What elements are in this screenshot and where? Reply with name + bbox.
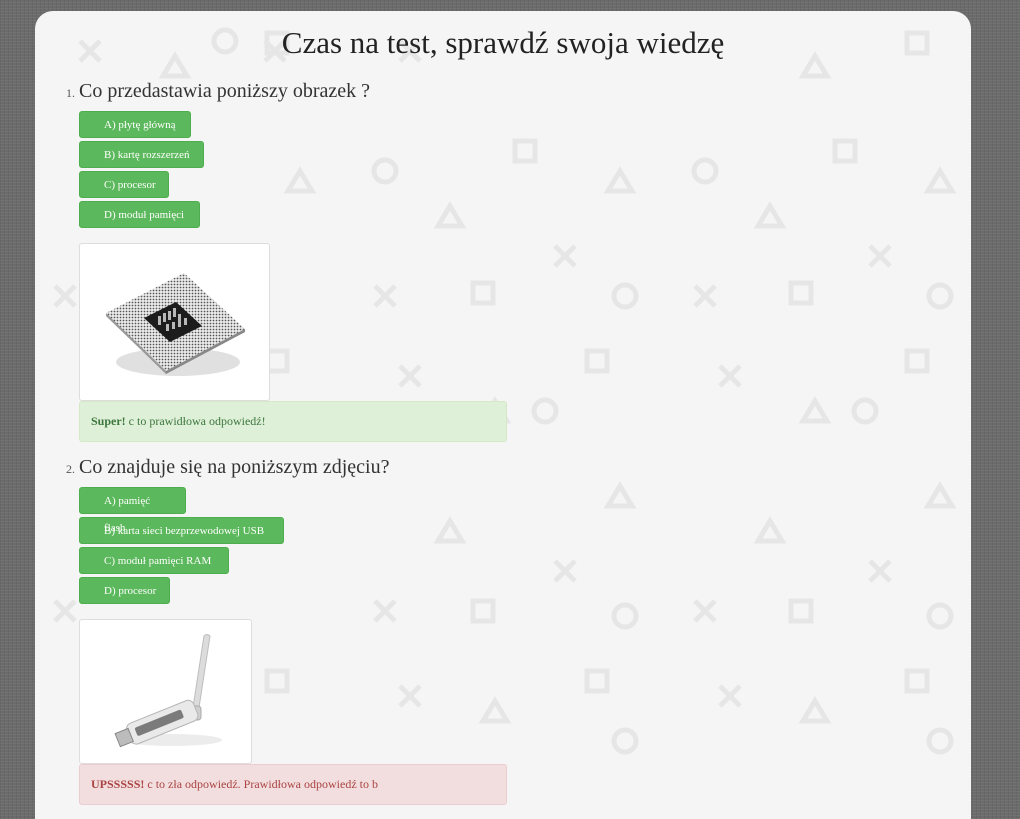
- answer-button-a[interactable]: A) płytę główną: [79, 111, 191, 138]
- question-number: 2.: [66, 462, 75, 476]
- answer-button-b[interactable]: B) karta sieci bezprzewodowej USB: [79, 517, 284, 544]
- question-2-image: [79, 619, 252, 764]
- question-2-answers: A) pamięć flash B) karta sieci bezprzewo…: [79, 487, 284, 607]
- feedback-text: c to zła odpowiedź. Prawidłowa odpowiedź…: [144, 777, 378, 791]
- question-text: Co znajduje się na poniższym zdjęciu?: [79, 456, 390, 478]
- pattern-square-icon: [264, 30, 930, 694]
- quiz-panel: Czas na test, sprawdź swoja wiedzę 1. Co…: [35, 11, 971, 819]
- question-number: 1.: [66, 86, 75, 100]
- answer-button-d[interactable]: D) moduł pamięci: [79, 201, 200, 228]
- question-1-answers: A) płytę główną B) kartę rozszerzeń C) p…: [79, 111, 204, 231]
- pattern-triangle-icon: [158, 51, 957, 724]
- question-1-image: [79, 243, 270, 401]
- answer-button-a[interactable]: A) pamięć flash: [79, 487, 186, 534]
- pattern-circle-icon: [211, 27, 954, 755]
- question-1-heading: 1. Co przedastawia poniższy obrazek ?: [66, 80, 370, 103]
- page-title: Czas na test, sprawdź swoja wiedzę: [281, 25, 725, 60]
- answer-button-c[interactable]: C) moduł pamięci RAM: [79, 547, 229, 574]
- feedback-danger-alert: UPSSSSS! c to zła odpowiedź. Prawidłowa …: [79, 764, 507, 805]
- feedback-strong: Super!: [91, 414, 126, 428]
- answer-button-c[interactable]: C) procesor: [79, 171, 169, 198]
- question-text: Co przedastawia poniższy obrazek ?: [79, 80, 370, 102]
- feedback-text: c to prawidłowa odpowiedź!: [125, 414, 266, 428]
- feedback-strong: UPSSSSS!: [91, 777, 145, 791]
- answer-button-b[interactable]: B) kartę rozszerzeń: [79, 141, 204, 168]
- feedback-success-alert: Super! c to prawidłowa odpowiedź!: [79, 401, 507, 442]
- question-2-heading: 2. Co znajduje się na poniższym zdjęciu?: [66, 456, 389, 479]
- answer-button-d[interactable]: D) procesor: [79, 577, 170, 604]
- usb-wifi-adapter-icon: [114, 634, 222, 748]
- cpu-chip-icon: [106, 273, 245, 376]
